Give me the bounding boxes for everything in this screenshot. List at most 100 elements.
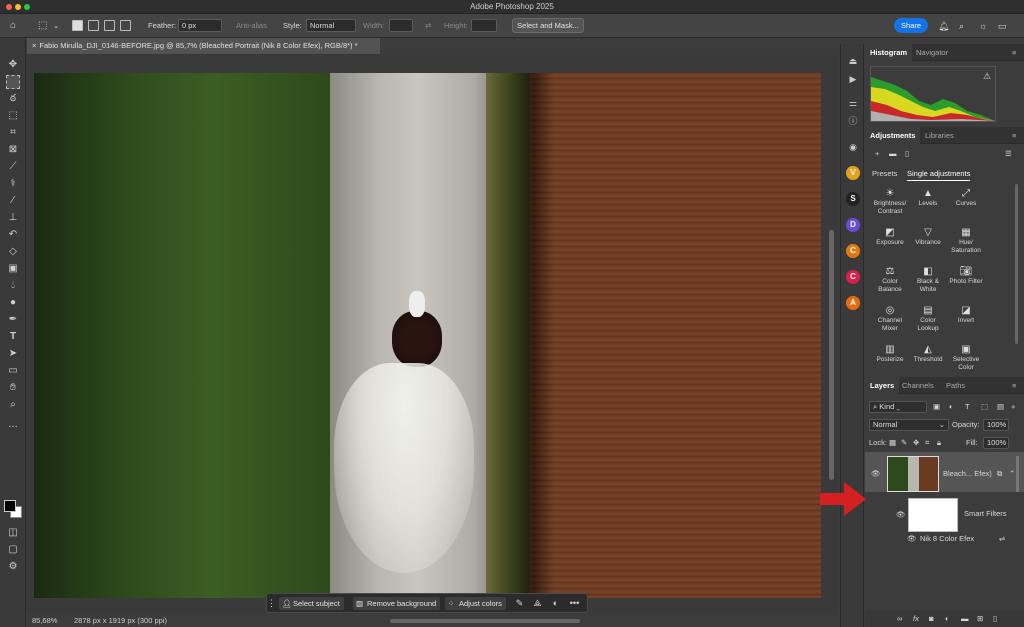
filter-shape-icon[interactable]: ⬚ xyxy=(981,401,988,413)
blend-mode-select[interactable]: Normal ⌄ xyxy=(869,419,949,431)
drag-handle-icon[interactable]: ⋮ xyxy=(267,597,276,610)
move-tool-icon[interactable]: ✥ xyxy=(6,58,20,72)
filter-name[interactable]: Nik 8 Color Efex xyxy=(920,533,974,545)
delete-layer-icon[interactable]: ▯ xyxy=(993,613,997,625)
panel-menu-icon[interactable]: ≡ xyxy=(1007,44,1021,61)
eyedropper-icon[interactable]: ⟋ xyxy=(6,160,20,174)
new-selection-icon[interactable] xyxy=(72,20,83,31)
hand-tool-icon[interactable]: ✋︎ xyxy=(6,381,20,395)
adjustment-channel-mixer[interactable]: ◎ Channel Mixer xyxy=(873,304,907,333)
adjustment-selective-color[interactable]: ▣ Selective Color xyxy=(949,343,983,372)
adjustment-brightness-contrast[interactable]: ☀ Brightness/Contrast xyxy=(873,187,907,216)
antialias-label[interactable]: Anti-alias xyxy=(236,20,267,32)
bell-icon[interactable]: 🔔︎ xyxy=(938,20,949,32)
adjustment-vibrance[interactable]: ▽ Vibrance xyxy=(911,226,945,247)
list-view-icon[interactable]: ☰ xyxy=(1005,148,1012,160)
vertical-scrollbar[interactable] xyxy=(829,230,834,480)
lock-artboard-icon[interactable]: ⌗ xyxy=(925,437,929,449)
lock-pixels-icon[interactable]: ▦ xyxy=(889,437,896,449)
tab-single-adjustments[interactable]: Single adjustments xyxy=(907,168,971,181)
chevron-down-icon[interactable]: ⌄ xyxy=(53,20,59,32)
filter-pixel-icon[interactable]: ▣ xyxy=(933,401,940,413)
tab-layers[interactable]: Layers xyxy=(865,377,900,394)
properties-icon[interactable]: ⚌ xyxy=(846,96,860,110)
layer-scrollbar[interactable] xyxy=(1016,456,1019,492)
tab-navigator[interactable]: Navigator xyxy=(911,44,953,61)
lock-all-icon[interactable]: 🔒︎ xyxy=(937,437,941,449)
actions-icon[interactable]: ▶ xyxy=(846,72,860,86)
fill-input[interactable]: 100% xyxy=(983,437,1009,449)
plugin-c-orange-icon[interactable]: C xyxy=(846,244,860,258)
screen-mode-icon[interactable]: ▢ xyxy=(6,543,20,557)
spot-healing-icon[interactable]: ⚕ xyxy=(6,177,20,191)
adjustment-black-white[interactable]: ◧ Black & White xyxy=(911,265,945,294)
home-icon[interactable]: ⌂ xyxy=(10,20,16,32)
panel-menu-icon[interactable]: ≡ xyxy=(1007,127,1021,144)
marquee-preset-icon[interactable]: ⬚ xyxy=(38,20,47,32)
type-tool-icon[interactable]: T xyxy=(6,330,20,344)
tab-libraries[interactable]: Libraries xyxy=(920,127,959,144)
blur-icon[interactable]: 💧︎ xyxy=(6,279,20,293)
tab-presets[interactable]: Presets xyxy=(872,168,897,180)
adjustment-color-lookup[interactable]: ▤ Color Lookup xyxy=(911,304,945,333)
clone-stamp-icon[interactable]: ⊥ xyxy=(6,211,20,225)
intersect-selection-icon[interactable] xyxy=(120,20,131,31)
panel-menu-icon[interactable]: ≡ xyxy=(1007,377,1021,394)
collapse-icon[interactable]: ⌃ xyxy=(1009,468,1015,480)
fx-icon[interactable]: fx xyxy=(913,613,919,625)
zoom-level[interactable]: 85,68% xyxy=(32,614,57,627)
smart-filter-mask[interactable] xyxy=(908,498,958,532)
eye-icon[interactable]: 👁︎ xyxy=(871,468,881,480)
select-subject-button[interactable]: 👤︎ Select subject xyxy=(279,597,344,610)
add-selection-icon[interactable] xyxy=(88,20,99,31)
lock-position-icon[interactable]: ✥ xyxy=(913,437,919,449)
new-layer-icon[interactable]: ⊞ xyxy=(977,613,983,625)
history-brush-icon[interactable]: ↶ xyxy=(6,228,20,242)
adjustment-threshold[interactable]: ◭ Threshold xyxy=(911,343,945,364)
adjustment-photo-filter[interactable]: 📷︎ Photo Filter xyxy=(949,265,983,286)
adjustment-levels[interactable]: ▲ Levels xyxy=(911,187,945,208)
eye-icon[interactable]: 👁︎ xyxy=(896,509,906,521)
feather-input[interactable]: 0 px xyxy=(178,19,222,32)
folder-icon[interactable]: ▬ xyxy=(889,148,897,160)
add-preset-icon[interactable]: + xyxy=(875,148,879,160)
generative-icon[interactable]: ⚙︎ xyxy=(6,560,20,574)
plugin-s-icon[interactable]: S xyxy=(846,192,860,206)
tab-paths[interactable]: Paths xyxy=(941,377,970,394)
smart-filters-label[interactable]: Smart Filters xyxy=(964,508,1007,520)
lightbulb-icon[interactable]: ☼ xyxy=(979,20,987,32)
opacity-input[interactable]: 100% xyxy=(983,419,1009,431)
gradient-icon[interactable]: ▣ xyxy=(6,262,20,276)
plugin-a-icon[interactable]: A xyxy=(846,296,860,310)
adjustment-invert[interactable]: ◪ Invert xyxy=(949,304,983,325)
magic-brush-icon[interactable]: ✎ xyxy=(513,597,526,610)
tab-channels[interactable]: Channels xyxy=(897,377,939,394)
lock-paint-icon[interactable]: ✎ xyxy=(901,437,907,449)
shape-tool-icon[interactable]: ▭ xyxy=(6,364,20,378)
workspace-icon[interactable]: ▭ xyxy=(998,20,1007,32)
warning-icon[interactable]: ⚠ xyxy=(983,70,991,82)
swap-icon[interactable]: ⇄ xyxy=(425,20,431,32)
layer-filter-kind[interactable]: ⌕ Kind ⌄ xyxy=(869,401,927,413)
adjust-colors-button[interactable]: ⁘ Adjust colors xyxy=(445,597,506,610)
brush-tool-icon[interactable]: ∕ xyxy=(6,194,20,208)
dodge-icon[interactable]: ● xyxy=(6,296,20,310)
link-icon[interactable]: ∞ xyxy=(897,613,902,625)
transform-icon[interactable]: ⟁ xyxy=(531,597,544,610)
document-size[interactable]: 2878 px x 1919 px (300 ppi) xyxy=(74,614,167,627)
search-icon[interactable]: ⌕ xyxy=(959,20,964,32)
frame-tool-icon[interactable]: ⊠ xyxy=(6,143,20,157)
contrast-icon[interactable]: ◐ xyxy=(549,597,562,610)
filter-toggle-icon[interactable]: ● xyxy=(1011,401,1016,413)
info-icon[interactable]: ⓘ xyxy=(846,114,860,128)
height-input[interactable] xyxy=(471,19,497,32)
layer-thumbnail[interactable] xyxy=(887,456,939,492)
adjustment-layer-icon[interactable]: ◐ xyxy=(945,613,950,625)
filter-adjustment-icon[interactable]: ◐ xyxy=(949,401,954,413)
width-input[interactable] xyxy=(389,19,413,32)
more-tools-icon[interactable]: … xyxy=(6,418,20,432)
pen-tool-icon[interactable]: ✒︎ xyxy=(6,313,20,327)
remove-background-button[interactable]: ▨ Remove background xyxy=(353,597,441,610)
group-icon[interactable]: ▬ xyxy=(961,613,969,625)
crop-tool-icon[interactable]: ⌗ xyxy=(6,126,20,140)
